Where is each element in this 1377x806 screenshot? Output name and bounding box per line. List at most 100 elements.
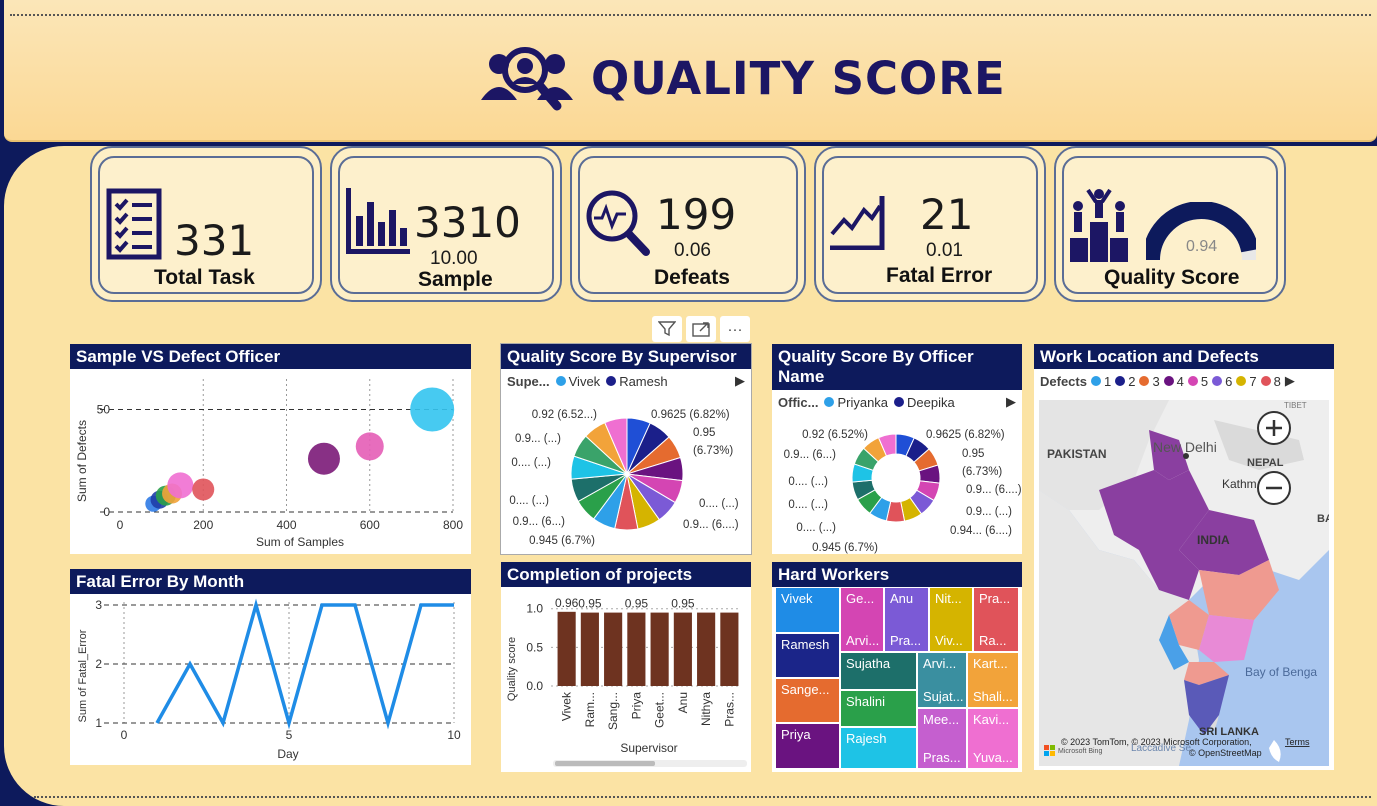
legend-item[interactable]: 2 xyxy=(1115,374,1135,389)
legend-item[interactable]: Vivek xyxy=(555,374,600,389)
map-view[interactable]: PAKISTAN New Delhi NEPAL Kathm INDIA Bay… xyxy=(1039,400,1329,766)
treemap-cell[interactable]: Vivek xyxy=(775,587,840,633)
legend-item[interactable]: 5 xyxy=(1187,374,1208,389)
legend-item[interactable]: 6 xyxy=(1212,374,1232,389)
bar xyxy=(604,612,623,686)
pie-data-label: 0.... (...) xyxy=(788,476,828,488)
kpi-card-fatal-error[interactable]: 21 0.01 Fatal Error xyxy=(814,146,1046,302)
x-axis-label: Sum of Samples xyxy=(256,535,344,549)
legend-next-icon[interactable]: ▶ xyxy=(1285,373,1295,389)
legend-next-icon[interactable]: ▶ xyxy=(1006,394,1016,410)
legend-item[interactable]: 4 xyxy=(1163,374,1184,389)
legend-item[interactable]: 7 xyxy=(1236,374,1257,389)
scatter-card[interactable]: Sample VS Defect Officer Sum of Defects … xyxy=(70,344,471,554)
legend-item[interactable]: Deepika xyxy=(894,395,955,410)
x-tick-label: 800 xyxy=(443,518,463,532)
kpi-label: Quality Score xyxy=(1104,266,1240,289)
pie-data-label: 0.95 xyxy=(962,448,984,460)
pie-data-label: 0.9... (6...) xyxy=(513,516,566,528)
pie-data-label: 0.9... (...) xyxy=(515,433,561,445)
treemap-cell[interactable]: Anu Pra... xyxy=(884,587,929,652)
pie-data-label: 0.... (...) xyxy=(788,499,828,511)
treemap-cell[interactable]: Sujatha xyxy=(840,652,917,690)
legend-next-icon[interactable]: ▶ xyxy=(735,373,745,389)
kpi-card-defeats[interactable]: 199 0.06 Defeats xyxy=(570,146,806,302)
scrollbar-thumb[interactable] xyxy=(555,761,655,766)
legend-item[interactable]: Ramesh xyxy=(606,374,668,389)
line-chart-card[interactable]: Fatal Error By Month Sum of Fatal_Error … xyxy=(70,569,471,765)
kpi-card-quality-score[interactable]: 0.94 Quality Score xyxy=(1054,146,1286,302)
map-card[interactable]: Work Location and Defects Defects 1 2 3 … xyxy=(1034,344,1334,770)
zoom-out-button[interactable] xyxy=(1257,471,1291,505)
card-title: Quality Score By Supervisor xyxy=(501,344,751,369)
pie-data-label: 0.94... (6....) xyxy=(950,525,1012,537)
donut-chart: 0.92 (6.52%) 0.9625 (6.82%) 0.9... (6...) 0… xyxy=(784,429,1022,554)
kpi-subvalue: 10.00 xyxy=(430,248,478,269)
scatter-point xyxy=(355,432,384,461)
map-terms-link[interactable]: Terms xyxy=(1285,737,1310,747)
pie-data-label: 0.945 (6.7%) xyxy=(529,535,595,547)
treemap-cell[interactable]: Ramesh xyxy=(775,633,840,678)
pie-data-label: 0.9... (...) xyxy=(966,506,1012,518)
kpi-value: 331 xyxy=(174,216,255,265)
y-tick-label: 2 xyxy=(95,657,102,671)
map-label: NEPAL xyxy=(1247,457,1284,469)
legend-item[interactable]: 8 xyxy=(1260,374,1281,389)
bar-chart-card[interactable]: Completion of projects Quality score Sup… xyxy=(501,562,751,772)
bar xyxy=(697,612,716,686)
treemap-cell[interactable]: Kavi... Yuva... xyxy=(967,708,1019,769)
x-tick-label: Sang... xyxy=(606,692,620,730)
pie-data-label: 0.92 (6.52%) xyxy=(802,429,868,441)
treemap-cell[interactable]: Sange... xyxy=(775,678,840,723)
pie-data-label: 0.... (...) xyxy=(699,498,739,510)
treemap-cell[interactable]: Ge... Arvi... xyxy=(840,587,884,652)
legend-item[interactable]: 3 xyxy=(1139,374,1160,389)
kpi-label: Total Task xyxy=(154,266,255,289)
kpi-card-sample[interactable]: 3310 10.00 Sample xyxy=(330,146,562,302)
zoom-in-button[interactable] xyxy=(1257,411,1291,445)
map-label: New Delhi xyxy=(1153,439,1217,455)
x-tick-label: 10 xyxy=(447,728,461,742)
treemap-cell[interactable]: Kart... Shali... xyxy=(967,652,1019,708)
filter-icon[interactable] xyxy=(652,316,682,342)
treemap-card[interactable]: Hard Workers Vivek Ramesh Sange... Priya… xyxy=(772,562,1022,772)
donut-officer-card[interactable]: Quality Score By Officer Name Offic... P… xyxy=(772,344,1022,554)
card-title: Completion of projects xyxy=(501,562,751,587)
map-label: BA xyxy=(1317,513,1329,525)
kpi-value: 21 xyxy=(920,190,974,239)
bar-chart: Quality score Supervisor 0.0 0.5 1.0 Vivek 0… xyxy=(506,596,747,767)
x-tick-label: Geet... xyxy=(653,692,667,728)
x-tick-label: Nithya xyxy=(699,692,713,726)
osm-attribution: © OpenStreetMap xyxy=(1189,748,1262,758)
treemap-cell[interactable]: Rajesh xyxy=(840,727,917,769)
scatter-plot: Sum of Defects Sum of Samples 0 200 400 600… xyxy=(75,379,463,549)
treemap-cell[interactable]: Arvi... Sujat... xyxy=(917,652,967,708)
pie-supervisor-card[interactable]: Quality Score By Supervisor Supe... Vive… xyxy=(500,343,752,555)
treemap-cell[interactable]: Shalini xyxy=(840,690,917,727)
pie-data-label: 0.9625 (6.82%) xyxy=(926,429,1005,441)
bar xyxy=(650,612,669,686)
more-options-button[interactable]: ··· xyxy=(720,316,750,342)
pie-data-label: 0.9... (6...) xyxy=(784,449,837,461)
bar-value-label: 0.95 xyxy=(671,597,695,611)
x-tick-label: 0 xyxy=(117,518,124,532)
kpi-card-total-task[interactable]: 331 Total Task xyxy=(90,146,322,302)
pie-data-label: 0.95 xyxy=(693,427,715,439)
focus-mode-icon[interactable] xyxy=(686,316,716,342)
treemap-cell[interactable]: Priya xyxy=(775,723,840,769)
card-title: Sample VS Defect Officer xyxy=(70,344,471,369)
scatter-point xyxy=(307,442,340,475)
pie-data-label: 0.9... (6....) xyxy=(966,484,1022,496)
treemap-cell[interactable]: Pra... Ra... xyxy=(973,587,1019,652)
bar-chart-icon xyxy=(346,188,410,254)
legend-item[interactable]: 1 xyxy=(1090,374,1111,389)
bar xyxy=(557,611,576,686)
treemap: Vivek Ramesh Sange... Priya Ge... Arvi...… xyxy=(775,587,1019,769)
y-tick-label: 0.5 xyxy=(526,640,543,654)
legend-heading: Offic... xyxy=(778,394,819,410)
treemap-cell[interactable]: Nit... Viv... xyxy=(929,587,973,652)
treemap-cell[interactable]: Mee... Pras... xyxy=(917,708,967,769)
bar xyxy=(673,612,692,686)
y-tick-label: 3 xyxy=(95,598,102,612)
legend-item[interactable]: Priyanka xyxy=(824,395,888,410)
